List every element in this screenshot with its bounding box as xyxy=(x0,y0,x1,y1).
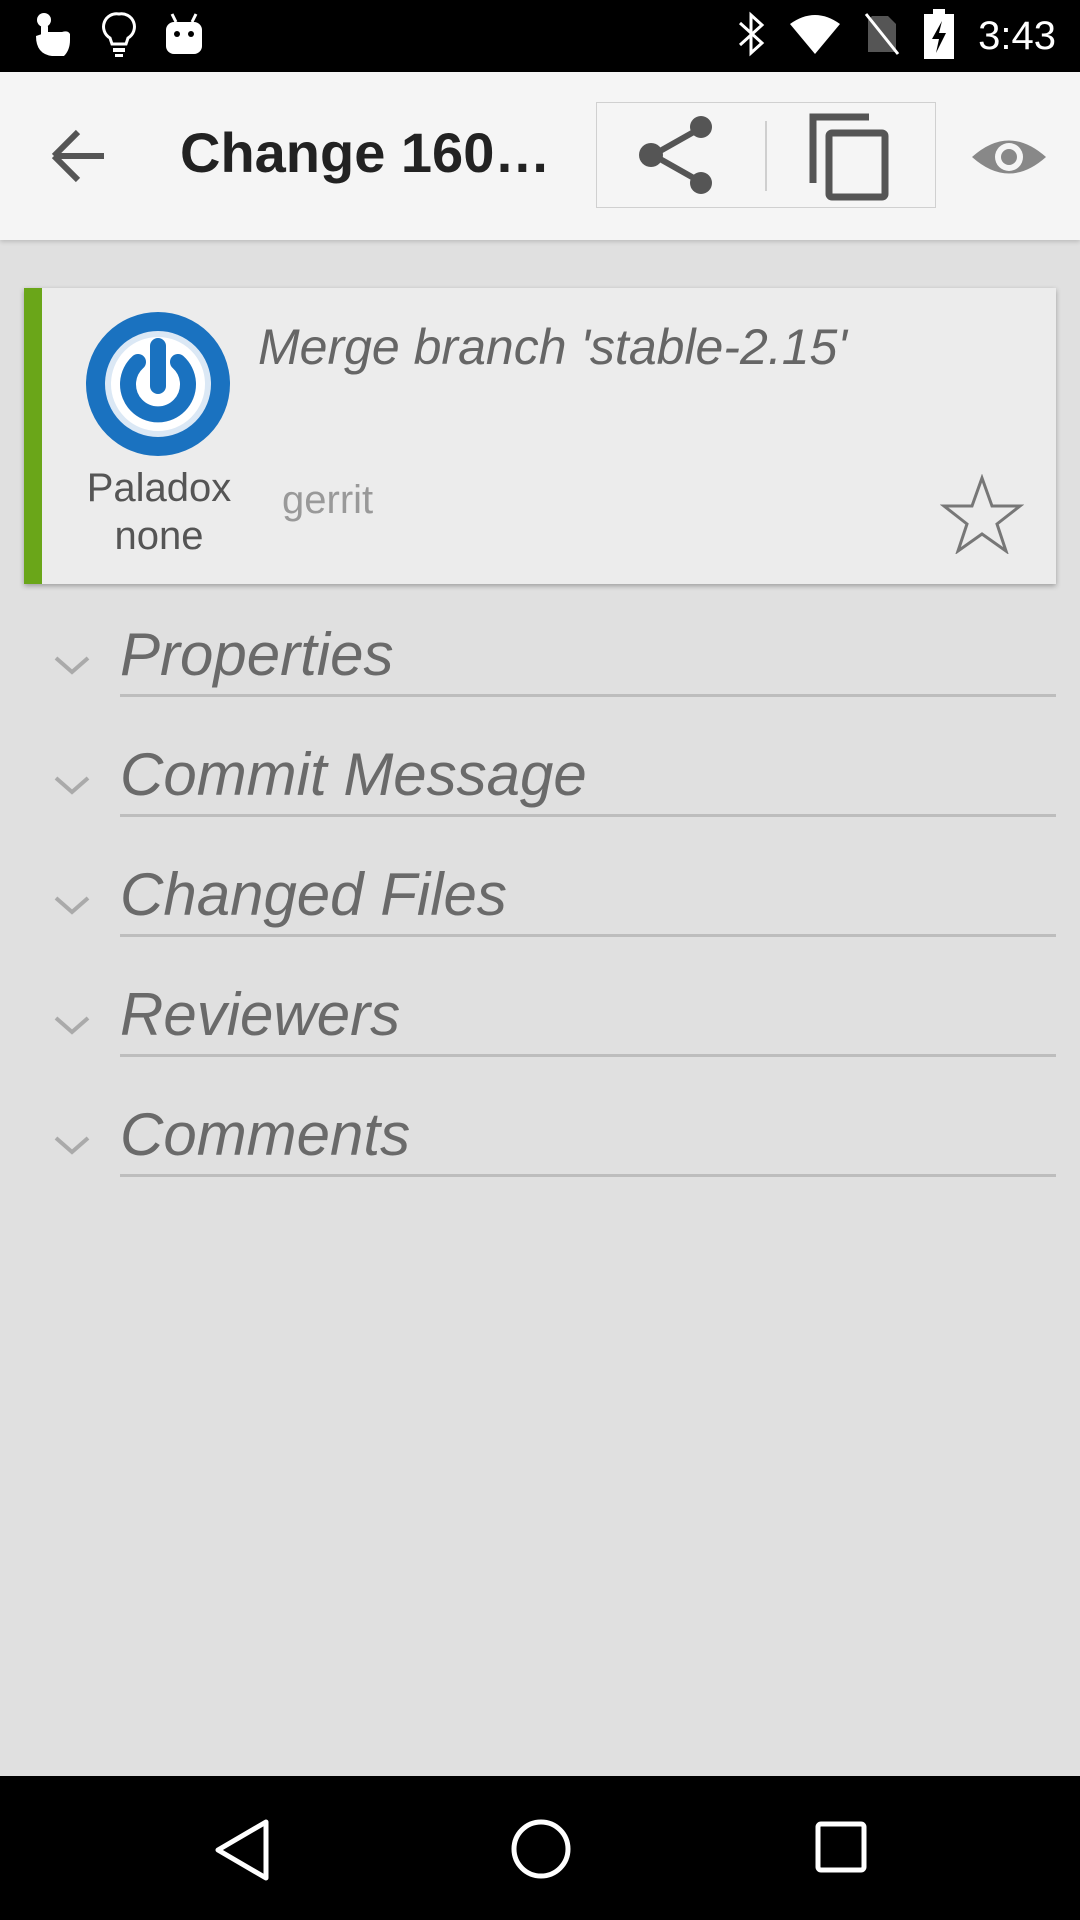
chevron-down-icon xyxy=(54,1016,90,1035)
status-bar: 3:43 xyxy=(0,0,1080,72)
section-comments[interactable]: Comments xyxy=(0,1092,1080,1212)
battery-charging-icon xyxy=(924,8,955,64)
section-label: Commit Message xyxy=(120,741,587,808)
section-properties[interactable]: Properties xyxy=(0,612,1080,732)
action-divider xyxy=(765,121,767,191)
back-button[interactable] xyxy=(50,128,118,184)
lightbulb-icon xyxy=(102,10,136,63)
android-icon xyxy=(164,12,204,61)
star-button[interactable] xyxy=(939,473,1025,555)
share-icon xyxy=(639,116,712,194)
owner-name-line1: Paladox xyxy=(86,466,232,510)
nav-back-icon xyxy=(215,1819,269,1881)
share-button[interactable] xyxy=(637,115,717,195)
status-accent-bar xyxy=(24,288,42,584)
section-divider xyxy=(120,1174,1056,1177)
eye-icon xyxy=(972,140,1046,174)
navigation-bar xyxy=(0,1776,1080,1920)
status-clock: 3:43 xyxy=(978,13,1056,58)
no-sim-icon xyxy=(864,12,900,61)
touch-icon xyxy=(28,10,74,63)
app-bar: Change 1604… xyxy=(0,72,1080,240)
chevron-down-icon xyxy=(54,896,90,915)
section-changed-files[interactable]: Changed Files xyxy=(0,852,1080,972)
page-title: Change 1604… xyxy=(180,121,580,184)
nav-home-icon xyxy=(511,1819,571,1879)
section-label: Reviewers xyxy=(120,981,401,1048)
section-label: Properties xyxy=(120,621,394,688)
nav-recents-icon xyxy=(815,1821,867,1873)
change-card[interactable]: Paladox none Merge branch 'stable-2.15' … xyxy=(24,288,1056,584)
nav-back-button[interactable] xyxy=(210,1818,274,1882)
avatar[interactable] xyxy=(86,312,230,456)
section-label: Comments xyxy=(120,1101,411,1168)
section-label: Changed Files xyxy=(120,861,507,928)
star-outline-icon xyxy=(939,473,1025,555)
chevron-down-icon xyxy=(54,656,90,675)
change-project: gerrit xyxy=(282,478,374,522)
change-subject: Merge branch 'stable-2.15' xyxy=(258,319,847,375)
owner-name-line2: none xyxy=(114,514,204,558)
section-divider xyxy=(120,1054,1056,1057)
copy-button[interactable] xyxy=(807,111,891,201)
watch-button[interactable] xyxy=(970,132,1048,182)
section-commit-message[interactable]: Commit Message xyxy=(0,732,1080,852)
section-divider xyxy=(120,814,1056,817)
section-divider xyxy=(120,934,1056,937)
bluetooth-icon xyxy=(736,11,766,62)
arrow-back-icon xyxy=(51,129,104,183)
section-divider xyxy=(120,694,1056,697)
wifi-icon xyxy=(790,14,841,59)
section-reviewers[interactable]: Reviewers xyxy=(0,972,1080,1092)
action-group xyxy=(596,102,936,208)
nav-home-button[interactable] xyxy=(510,1818,572,1880)
chevron-down-icon xyxy=(54,1136,90,1155)
nav-recents-button[interactable] xyxy=(814,1820,868,1874)
owner-name: Paladox none xyxy=(64,464,254,560)
gerrit-logo-icon xyxy=(86,312,230,456)
chevron-down-icon xyxy=(54,776,90,795)
copy-icon xyxy=(809,113,889,201)
